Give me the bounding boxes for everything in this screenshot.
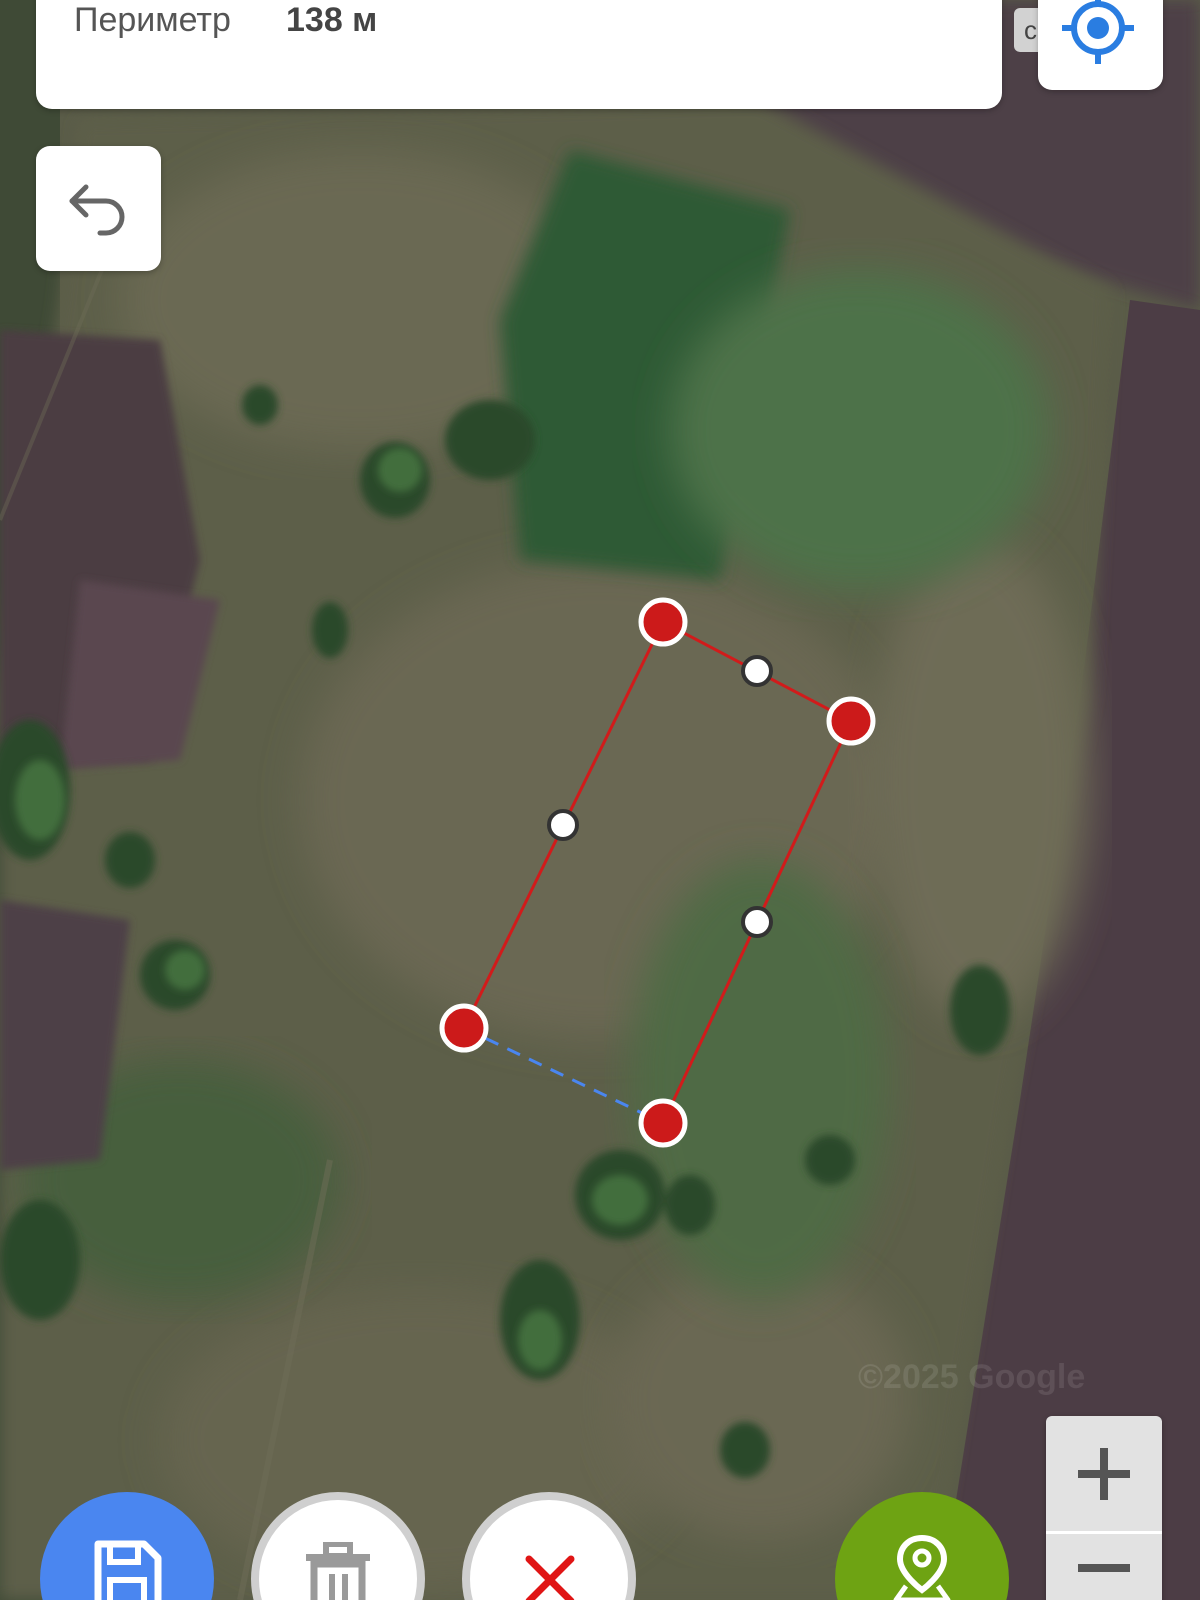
trash-icon (306, 1542, 370, 1600)
polygon-outline (462, 619, 853, 1124)
floppy-disk-icon (94, 1540, 162, 1600)
perimeter-value: 138 м (286, 1, 378, 39)
locate-button[interactable] (1038, 0, 1163, 90)
zoom-control (1046, 1416, 1162, 1600)
undo-button[interactable] (36, 146, 161, 271)
map-pin-icon (893, 1534, 951, 1600)
close-x-icon (525, 1555, 575, 1600)
polygon-vertex[interactable] (439, 1003, 489, 1053)
closing-edge-dashed (463, 1026, 664, 1125)
measurement-panel: Периметр 138 м (36, 0, 1002, 109)
map-attribution: ©2025 Google (858, 1358, 1086, 1396)
polygon-vertex[interactable] (638, 1098, 688, 1148)
midpoint-handle[interactable] (741, 655, 773, 687)
undo-arrow-icon (69, 184, 125, 236)
zoom-out-button[interactable] (1046, 1534, 1162, 1600)
perimeter-label: Периметр (74, 1, 231, 39)
polygon-vertex[interactable] (638, 597, 688, 647)
midpoint-handle[interactable] (547, 809, 579, 841)
crosshair-locate-icon (1062, 0, 1134, 64)
minus-icon (1078, 1563, 1130, 1572)
plus-icon (1078, 1447, 1130, 1500)
midpoint-handle[interactable] (741, 906, 773, 938)
zoom-in-button[interactable] (1046, 1416, 1162, 1534)
polygon-vertex[interactable] (826, 696, 876, 746)
